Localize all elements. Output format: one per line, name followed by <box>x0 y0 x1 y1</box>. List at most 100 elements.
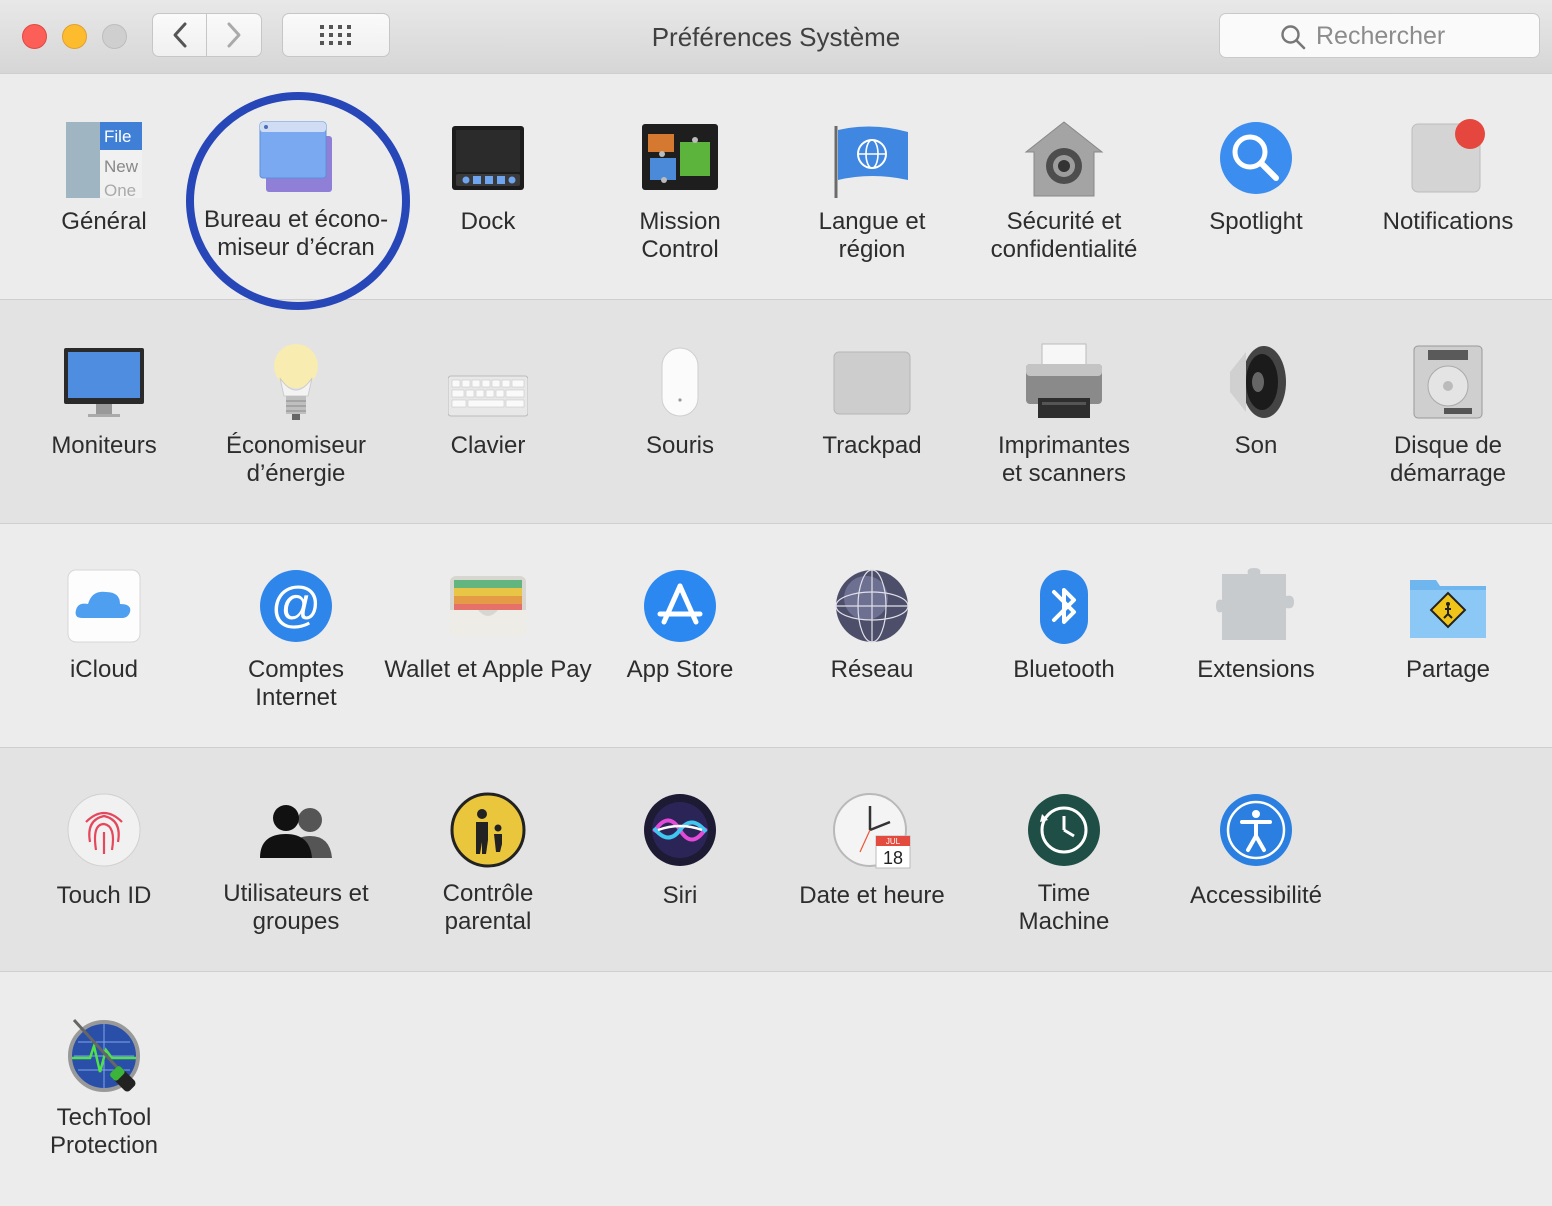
general-icon-new-text: New <box>104 157 139 176</box>
globe-flag-icon <box>834 126 908 198</box>
pane-users-groups[interactable]: Utilisateurs et groupes <box>200 792 392 982</box>
techtool-icon <box>68 1018 140 1092</box>
pane-general[interactable]: File New One Général <box>8 120 200 310</box>
pane-label: TechTool Protection <box>49 1104 159 1159</box>
pane-accessibility[interactable]: Accessibilité <box>1160 792 1352 982</box>
wallet-icon <box>450 576 526 636</box>
printer-icon <box>1026 343 1102 418</box>
pane-spotlight[interactable]: Spotlight <box>1160 120 1352 310</box>
pane-label: Touch ID <box>56 882 152 909</box>
app-store-icon <box>644 570 716 642</box>
parental-controls-icon <box>450 792 526 868</box>
pane-printers-scanners[interactable]: Imprimantes et scanners <box>968 342 1160 532</box>
highlight-circle <box>186 92 410 310</box>
search-icon <box>1281 25 1306 50</box>
pane-label: Utilisateurs et groupes <box>223 880 369 935</box>
pane-dock[interactable]: Dock <box>392 122 584 312</box>
pane-wallet-apple-pay[interactable]: Wallet et Apple Pay <box>384 568 592 758</box>
pane-label: Spotlight <box>1209 208 1303 235</box>
pane-extensions[interactable]: Extensions <box>1160 568 1352 758</box>
pane-label: App Store <box>626 656 734 683</box>
puzzle-piece-icon <box>1216 568 1294 640</box>
pane-label: Contrôle parental <box>442 880 534 935</box>
pane-label: Réseau <box>830 656 914 683</box>
users-silhouette-icon <box>260 805 332 858</box>
pane-network[interactable]: Réseau <box>776 568 968 758</box>
sharing-folder-icon <box>1410 580 1486 638</box>
bluetooth-icon <box>1040 570 1088 644</box>
pane-parental-controls[interactable]: Contrôle parental <box>392 792 584 982</box>
security-house-icon <box>1024 121 1104 197</box>
pane-techtool-protection[interactable]: TechTool Protection <box>8 1016 200 1206</box>
pane-bluetooth[interactable]: Bluetooth <box>968 568 1160 758</box>
time-machine-icon <box>1028 794 1100 866</box>
speaker-icon <box>1230 346 1286 418</box>
accessibility-icon <box>1220 794 1292 866</box>
lightbulb-icon <box>274 344 318 420</box>
pane-label: Bluetooth <box>1013 656 1115 683</box>
mouse-icon <box>661 347 699 417</box>
pane-siri[interactable]: Siri <box>584 792 776 982</box>
pane-label: Moniteurs <box>51 432 157 459</box>
toolbar: Préférences Système <box>0 0 1552 74</box>
pane-label: Souris <box>645 432 715 459</box>
pane-displays[interactable]: Moniteurs <box>8 344 200 534</box>
pane-label: Dock <box>460 208 516 235</box>
pane-label: Notifications <box>1382 208 1514 235</box>
search-input[interactable] <box>1314 20 1533 52</box>
general-icon-one-text: One <box>104 181 136 200</box>
pane-sharing[interactable]: Partage <box>1352 568 1544 758</box>
pane-notifications[interactable]: Notifications <box>1352 118 1544 308</box>
calendar-day-text: 18 <box>883 848 903 868</box>
svg-text:@: @ <box>271 577 322 633</box>
pane-mouse[interactable]: Souris <box>584 344 776 534</box>
pane-mission-control[interactable]: Mission Control <box>584 122 776 312</box>
notifications-icon <box>1411 119 1485 193</box>
pane-label: Langue et région <box>818 208 926 263</box>
pane-label: Général <box>61 208 147 235</box>
row-other <box>0 971 1552 1192</box>
pane-app-store[interactable]: App Store <box>584 568 776 758</box>
pane-date-time[interactable]: JUL 18 Date et heure <box>776 792 968 982</box>
pane-trackpad[interactable]: Trackpad <box>776 344 968 534</box>
pane-label: Sécurité et confidentialité <box>990 208 1138 263</box>
general-icon: File New One <box>66 122 142 200</box>
dock-icon <box>452 126 524 190</box>
pane-label: Extensions <box>1197 656 1315 683</box>
keyboard-icon <box>448 375 528 417</box>
spotlight-magnifier-icon <box>1220 122 1292 194</box>
search-field[interactable] <box>1219 13 1540 58</box>
pane-time-machine[interactable]: Time Machine <box>968 792 1160 982</box>
fingerprint-icon <box>67 793 141 867</box>
siri-icon <box>644 794 716 866</box>
pane-internet-accounts[interactable]: @ Comptes Internet <box>200 568 392 758</box>
general-icon-file-text: File <box>104 127 131 146</box>
at-sign-icon: @ <box>260 570 332 642</box>
pane-energy-saver[interactable]: Économiseur d’énergie <box>200 342 392 532</box>
pane-keyboard[interactable]: Clavier <box>392 344 584 534</box>
pane-label: Date et heure <box>799 882 945 909</box>
pane-label: Comptes Internet <box>247 656 345 711</box>
network-globe-icon <box>835 569 909 643</box>
pane-label: Son <box>1234 432 1278 459</box>
pane-sound[interactable]: Son <box>1160 342 1352 532</box>
pane-label: Imprimantes et scanners <box>997 432 1131 487</box>
pane-label: Mission Control <box>639 208 721 263</box>
pane-label: Économiseur d’énergie <box>225 432 367 487</box>
icloud-icon <box>67 569 141 643</box>
pane-label: Wallet et Apple Pay <box>384 656 592 683</box>
pane-language-region[interactable]: Langue et région <box>776 122 968 312</box>
display-monitor-icon <box>64 348 144 417</box>
pane-label: Trackpad <box>822 432 922 459</box>
mission-control-icon <box>642 124 718 190</box>
pane-startup-disk[interactable]: Disque de démarrage <box>1352 342 1544 532</box>
clock-calendar-icon: JUL 18 <box>833 793 911 869</box>
pane-label: Partage <box>1405 656 1491 683</box>
pane-touch-id[interactable]: Touch ID <box>8 792 200 982</box>
pane-security-privacy[interactable]: Sécurité et confidentialité <box>968 120 1160 310</box>
pane-label: iCloud <box>69 656 139 683</box>
pane-icloud[interactable]: iCloud <box>8 568 200 758</box>
trackpad-icon <box>833 351 911 415</box>
calendar-month-text: JUL <box>886 837 901 846</box>
hard-disk-icon <box>1413 345 1483 419</box>
